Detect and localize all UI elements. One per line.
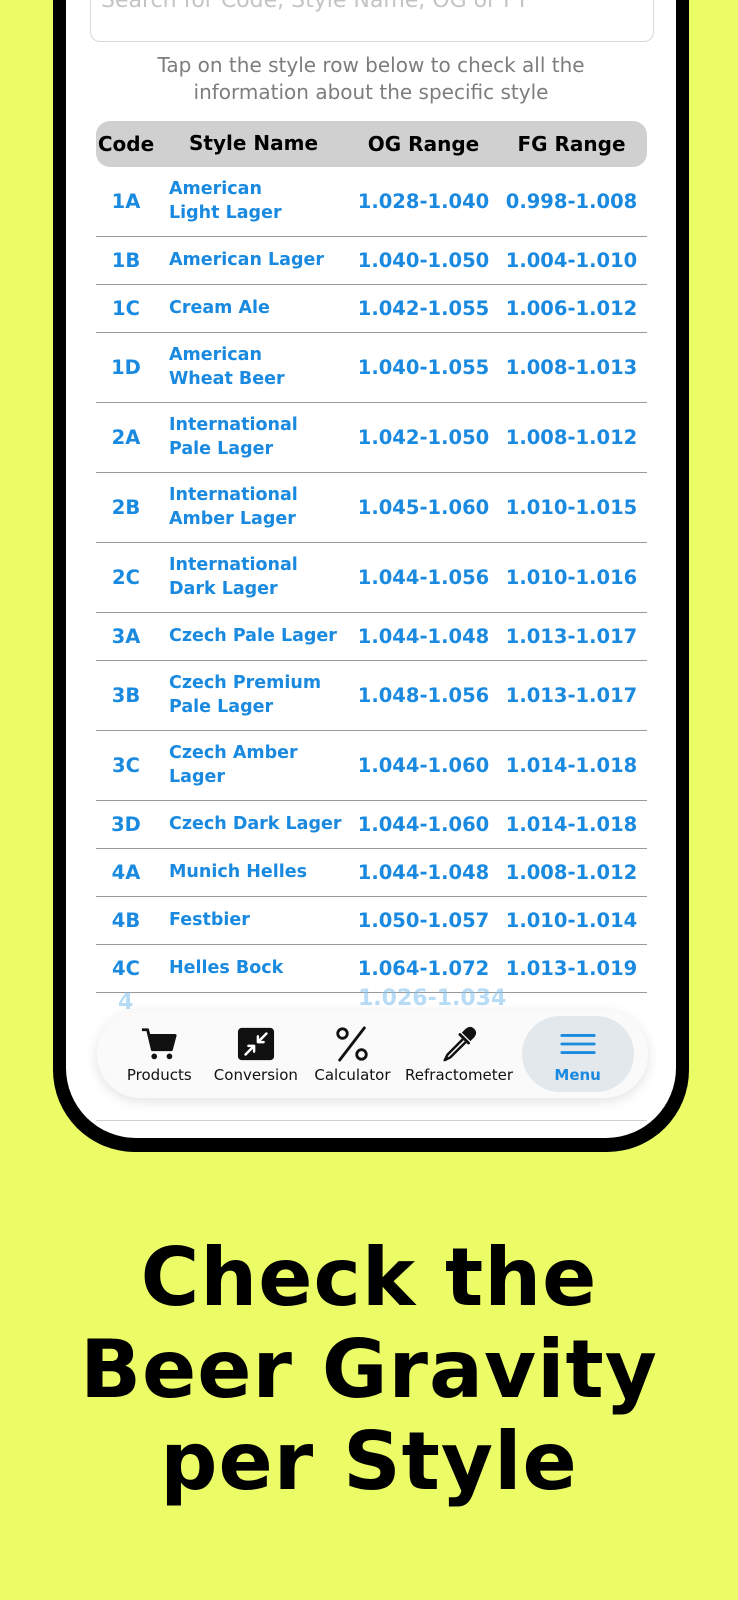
table-row[interactable]: 1D American Wheat Beer 1.040-1.055 1.008-… <box>96 333 647 403</box>
compress-arrows-icon <box>237 1027 274 1060</box>
search-placeholder: Search for Code, Style Name, OG or FT <box>101 0 529 13</box>
table-header: Code Style Name OG Range FG Range <box>96 121 647 167</box>
table-row[interactable]: 1A American Light Lager 1.028-1.040 0.998… <box>96 167 647 237</box>
table-row[interactable]: 2B International Amber Lager 1.045-1.060 … <box>96 473 647 543</box>
tab-products[interactable]: Products <box>115 1016 203 1092</box>
header-og-range: OG Range <box>367 132 480 156</box>
table-row[interactable]: 2A International Pale Lager 1.042-1.050 1… <box>96 403 647 473</box>
table-row[interactable]: 3A Czech Pale Lager 1.044-1.048 1.013-1.… <box>96 613 647 661</box>
bottom-tab-bar: Products Conversion Calculator Refractom… <box>97 1010 648 1098</box>
tab-refractometer[interactable]: Refractometer <box>405 1016 513 1092</box>
tab-label: Products <box>126 1065 192 1084</box>
hamburger-menu-icon <box>560 1033 596 1054</box>
tab-menu[interactable]: Menu <box>521 1016 634 1092</box>
table-row[interactable]: 4B Festbier 1.050-1.057 1.010-1.014 <box>96 897 647 945</box>
header-fg-range: FG Range <box>517 132 626 156</box>
styles-table: Code Style Name OG Range FG Range 1A Ame… <box>96 121 647 993</box>
table-row[interactable]: 4A Munich Helles 1.044-1.048 1.008-1.012 <box>96 849 647 897</box>
tab-label: Conversion <box>213 1065 298 1084</box>
tab-label: Menu <box>554 1065 601 1084</box>
header-code: Code <box>97 132 155 156</box>
instruction-text: Tap on the style row below to check all … <box>157 53 585 104</box>
percent-icon <box>336 1025 369 1062</box>
app-screen: Search for Code, Style Name, OG or FT Ta… <box>66 0 676 1138</box>
table-row[interactable]: 1B American Lager 1.040-1.050 1.004-1.01… <box>96 237 647 285</box>
table-row[interactable]: 3D Czech Dark Lager 1.044-1.060 1.014-1.… <box>96 801 647 849</box>
dropper-icon <box>443 1026 477 1061</box>
table-row[interactable]: 1C Cream Ale 1.042-1.055 1.006-1.012 <box>96 285 647 333</box>
search-input[interactable]: Search for Code, Style Name, OG or FT <box>90 0 654 42</box>
tab-label: Calculator <box>314 1065 391 1084</box>
table-row[interactable]: 2C International Dark Lager 1.044-1.056 1… <box>96 543 647 613</box>
cart-icon <box>142 1027 177 1059</box>
header-style-name: Style Name <box>188 131 319 156</box>
tab-label: Refractometer <box>405 1065 514 1084</box>
table-row[interactable]: 3C Czech Amber Lager 1.044-1.060 1.014-1.… <box>96 731 647 801</box>
tab-calculator[interactable]: Calculator <box>308 1016 396 1092</box>
tab-conversion[interactable]: Conversion <box>212 1016 300 1092</box>
promo-headline: Check the Beer Gravity per Style <box>80 1231 658 1508</box>
phone-frame: Search for Code, Style Name, OG or FT Ta… <box>53 0 689 1152</box>
table-row[interactable]: 3B Czech Premium Pale Lager 1.048-1.056 1… <box>96 661 647 731</box>
row-divider <box>96 1120 647 1121</box>
